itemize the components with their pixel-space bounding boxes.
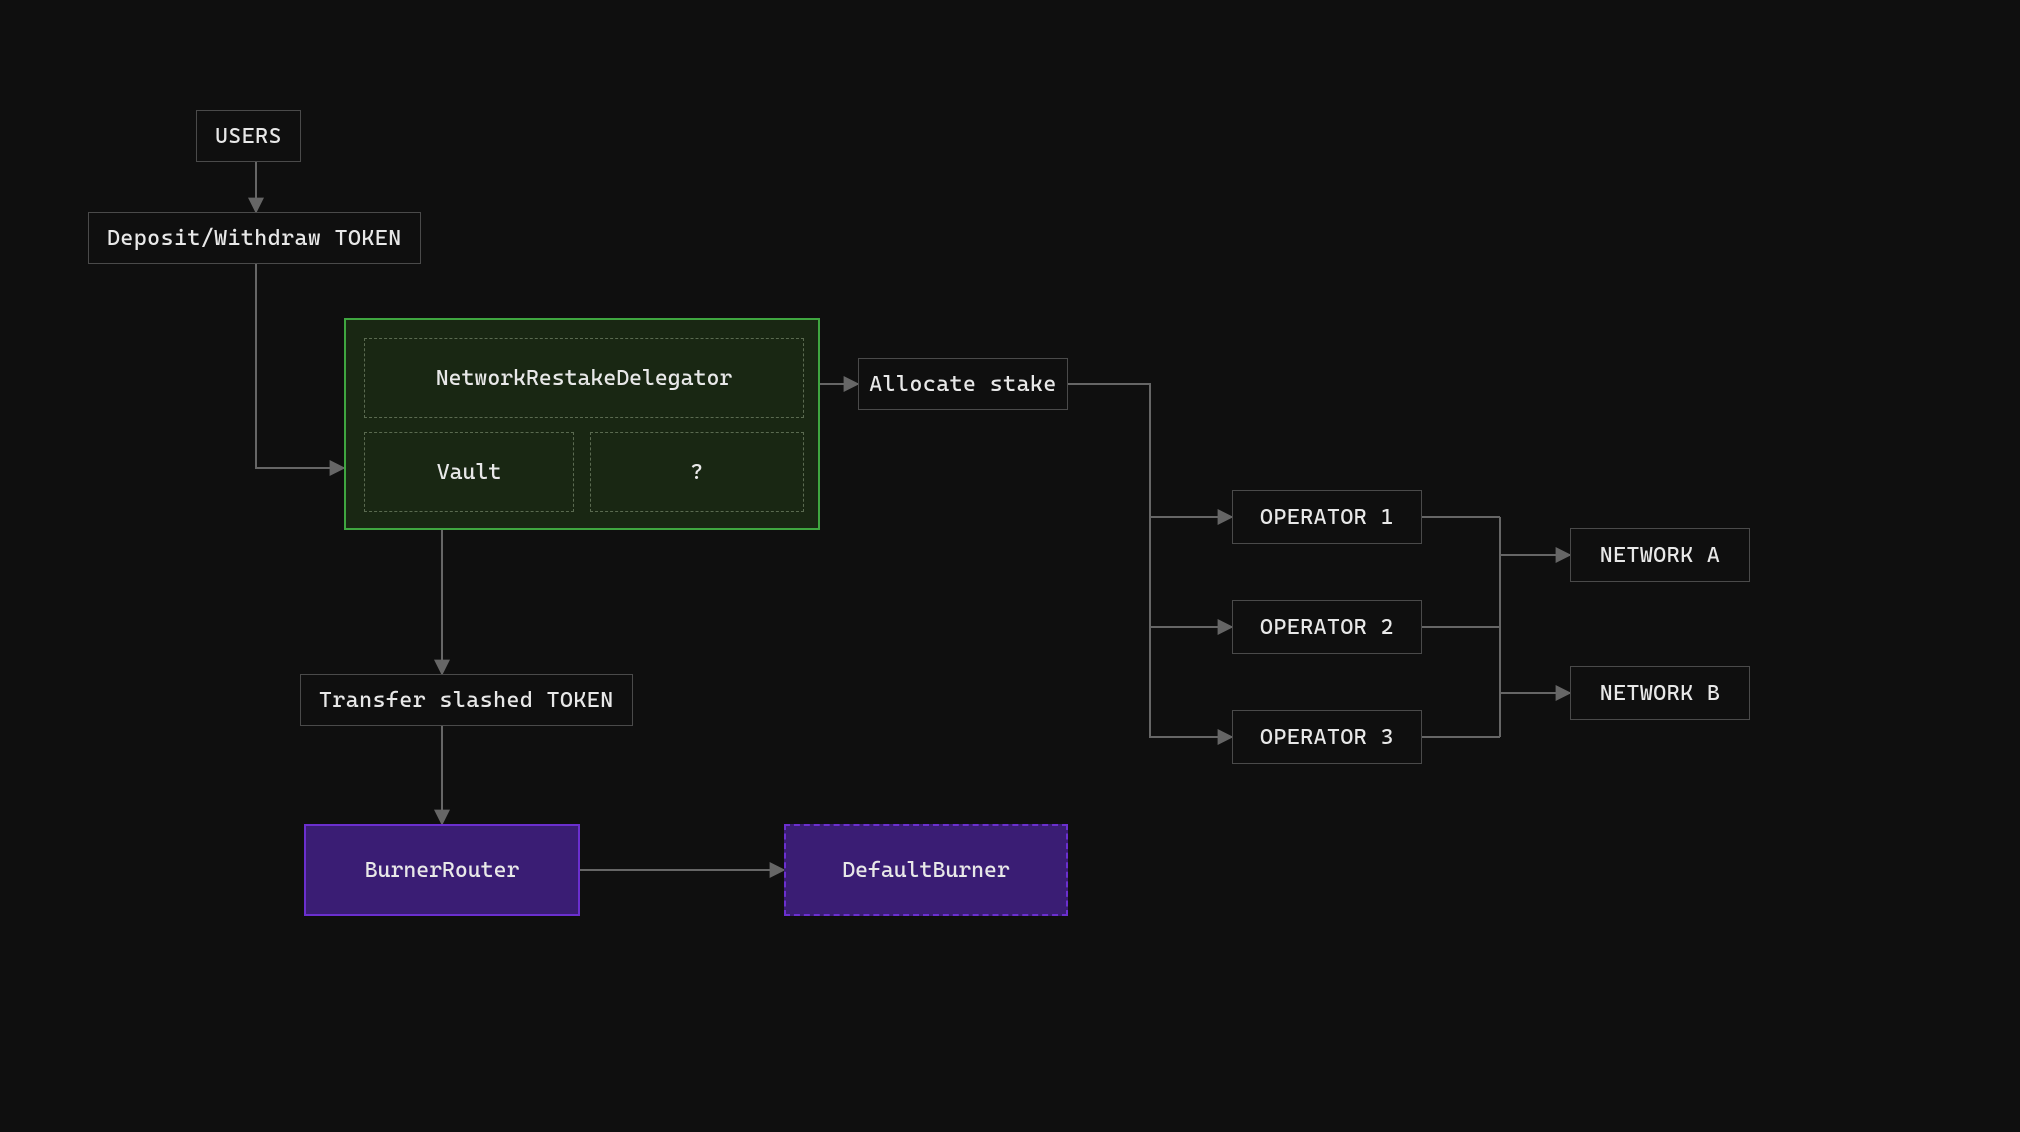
edge-label-transfer-slashed: Transfer slashed TOKEN [300, 674, 633, 726]
node-burner-router: BurnerRouter [304, 824, 580, 916]
burner-router-label: BurnerRouter [365, 858, 520, 883]
node-operator-1: OPERATOR 1 [1232, 490, 1422, 544]
node-delegator: NetworkRestakeDelegator [364, 338, 804, 418]
node-operator-3: OPERATOR 3 [1232, 710, 1422, 764]
operator-2-label: OPERATOR 2 [1260, 615, 1394, 640]
operator-3-label: OPERATOR 3 [1260, 725, 1394, 750]
node-users-label: USERS [215, 124, 282, 149]
default-burner-label: DefaultBurner [842, 858, 1010, 883]
node-network-b: NETWORK B [1570, 666, 1750, 720]
node-network-a: NETWORK A [1570, 528, 1750, 582]
unknown-label: ? [691, 460, 704, 485]
node-vault: Vault [364, 432, 574, 512]
node-users: USERS [196, 110, 301, 162]
vault-group: NetworkRestakeDelegator Vault ? [344, 318, 820, 530]
delegator-label: NetworkRestakeDelegator [436, 366, 732, 391]
operator-1-label: OPERATOR 1 [1260, 505, 1394, 530]
node-operator-2: OPERATOR 2 [1232, 600, 1422, 654]
network-b-label: NETWORK B [1600, 681, 1721, 706]
node-unknown: ? [590, 432, 804, 512]
network-a-label: NETWORK A [1600, 543, 1721, 568]
diagram-canvas: USERS Deposit/Withdraw TOKEN NetworkRest… [0, 0, 2020, 1132]
allocate-text: Allocate stake [869, 372, 1056, 397]
transfer-slashed-text: Transfer slashed TOKEN [319, 688, 614, 713]
edge-label-deposit-withdraw: Deposit/Withdraw TOKEN [88, 212, 421, 264]
deposit-withdraw-text: Deposit/Withdraw TOKEN [107, 226, 402, 251]
vault-label: Vault [437, 460, 501, 485]
node-default-burner: DefaultBurner [784, 824, 1068, 916]
edge-label-allocate-stake: Allocate stake [858, 358, 1068, 410]
